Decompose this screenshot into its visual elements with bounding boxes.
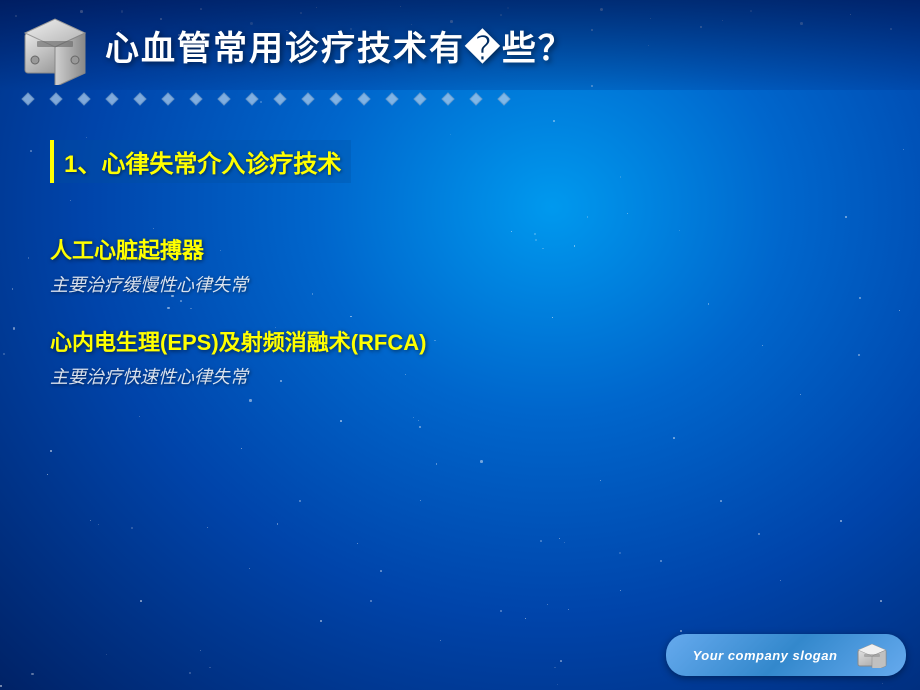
dot-18 <box>496 91 512 107</box>
dot-12 <box>328 91 344 107</box>
topic-2-heading: 心内电生理(EPS)及射频消融术(RFCA) <box>50 325 870 357</box>
dot-17 <box>468 91 484 107</box>
slogan-text: Your company slogan <box>684 648 846 663</box>
dot-2 <box>48 91 64 107</box>
topic-1-subtext: 主要治疗缓慢性心律失常 <box>50 271 870 297</box>
dot-3 <box>76 91 92 107</box>
dot-5 <box>132 91 148 107</box>
topic-1-bold: 人工心脏起搏器 <box>50 238 204 263</box>
dots-row <box>0 88 920 110</box>
dot-8 <box>216 91 232 107</box>
slogan-bar: Your company slogan <box>666 634 906 676</box>
dot-16 <box>440 91 456 107</box>
dot-4 <box>104 91 120 107</box>
slogan-icon <box>856 642 888 668</box>
dot-7 <box>188 91 204 107</box>
dot-1 <box>20 91 36 107</box>
dot-6 <box>160 91 176 107</box>
dot-9 <box>244 91 260 107</box>
topic-2-subtext: 主要治疗快速性心律失常 <box>50 363 870 389</box>
logo-icon <box>15 5 95 85</box>
dot-15 <box>412 91 428 107</box>
dot-13 <box>356 91 372 107</box>
dot-10 <box>272 91 288 107</box>
section-title: 1、心律失常介入诊疗技术 <box>50 140 351 183</box>
header: 心血管常用诊疗技术有�些？ <box>0 0 920 90</box>
topic-1-heading: 人工心脏起搏器 <box>50 233 870 265</box>
topic-2-normal: 及射频消融术(RFCA) <box>219 330 427 355</box>
main-content: 1、心律失常介入诊疗技术 人工心脏起搏器 主要治疗缓慢性心律失常 心内电生理(E… <box>0 120 920 437</box>
topic-2-bold: 心内电生理(EPS) <box>50 330 219 355</box>
dot-14 <box>384 91 400 107</box>
topic-block-2: 心内电生理(EPS)及射频消融术(RFCA) 主要治疗快速性心律失常 <box>50 325 870 389</box>
page-title: 心血管常用诊疗技术有�些？ <box>105 21 574 70</box>
topic-block-1: 人工心脏起搏器 主要治疗缓慢性心律失常 <box>50 233 870 297</box>
dot-11 <box>300 91 316 107</box>
